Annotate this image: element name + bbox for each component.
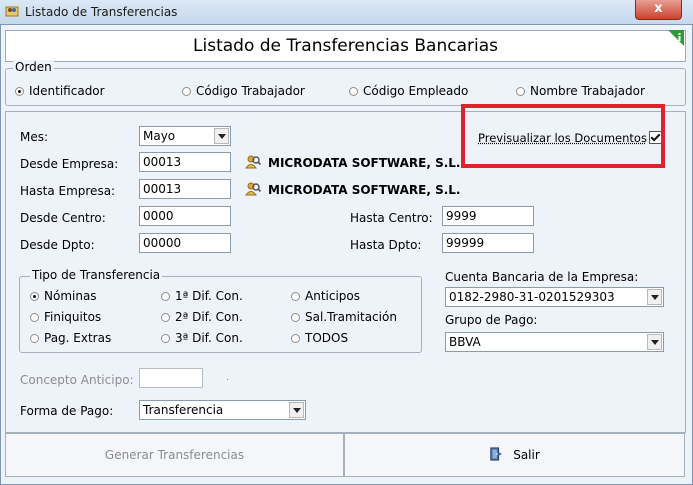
concepto-anticipo-dot: . — [226, 372, 230, 383]
hasta-dpto-label: Hasta Dpto: — [350, 238, 422, 252]
radio-indicator — [182, 86, 191, 96]
grupo-pago-value: BBVA — [449, 335, 481, 349]
radio-label: TODOS — [305, 331, 349, 345]
radio-label: Pag. Extras — [44, 331, 112, 345]
header-panel: Listado de Transferencias Bancarias — [5, 30, 686, 62]
chevron-down-icon[interactable] — [647, 334, 662, 350]
radio-label: Finiquitos — [44, 310, 102, 324]
radio-indicator — [161, 291, 170, 301]
radio-indicator — [516, 86, 525, 96]
cuenta-bancaria-label: Cuenta Bancaria de la Empresa: — [445, 270, 639, 284]
radio-label: 2ª Dif. Con. — [175, 310, 243, 324]
orden-codigo-trabajador-radio[interactable]: Código Trabajador — [182, 84, 305, 98]
radio-indicator — [291, 312, 300, 322]
radio-label: Identificador — [29, 84, 105, 98]
app-icon — [5, 6, 19, 17]
search-company-icon[interactable] — [245, 154, 261, 170]
grupo-pago-select[interactable]: BBVA — [445, 332, 664, 352]
tipo-transferencia-legend: Tipo de Transferencia — [30, 268, 163, 282]
desde-empresa-input[interactable]: 00013 — [139, 152, 231, 172]
highlight-box — [461, 104, 665, 168]
tipo-pag-extras-radio[interactable]: Pag. Extras — [30, 331, 111, 345]
desde-empresa-name: MICRODATA SOFTWARE, S.L. — [268, 156, 461, 170]
radio-label: Nombre Trabajador — [530, 84, 645, 98]
mes-label: Mes: — [20, 130, 49, 144]
salir-button[interactable]: Salir — [344, 433, 685, 477]
chevron-down-icon[interactable] — [289, 402, 304, 418]
radio-indicator — [291, 333, 300, 343]
desde-dpto-input[interactable]: 00000 — [139, 233, 231, 253]
chevron-down-icon[interactable] — [647, 289, 662, 305]
radio-label: 1ª Dif. Con. — [175, 289, 243, 303]
desde-centro-label: Desde Centro: — [20, 211, 106, 225]
page-title: Listado de Transferencias Bancarias — [193, 36, 498, 56]
mes-select[interactable]: Mayo — [139, 126, 231, 146]
orden-legend: Orden — [13, 60, 54, 74]
radio-indicator — [30, 333, 39, 343]
radio-label: Código Trabajador — [196, 84, 305, 98]
tipo-sal-tramitacion-radio[interactable]: Sal.Tramitación — [291, 310, 397, 324]
desde-dpto-label: Desde Dpto: — [20, 238, 95, 252]
radio-indicator — [30, 291, 39, 301]
tipo-todos-radio[interactable]: TODOS — [291, 331, 348, 345]
generar-transferencias-label: Generar Transferencias — [104, 448, 245, 462]
tipo-anticipos-radio[interactable]: Anticipos — [291, 289, 360, 303]
grupo-pago-label: Grupo de Pago: — [445, 313, 538, 327]
hasta-dpto-input[interactable]: 99999 — [442, 233, 534, 253]
close-button[interactable]: x — [635, 0, 682, 20]
tipo-finiquitos-radio[interactable]: Finiquitos — [30, 310, 101, 324]
search-company-icon[interactable] — [245, 181, 261, 197]
hasta-centro-input[interactable]: 9999 — [442, 206, 534, 226]
radio-label: Sal.Tramitación — [305, 310, 397, 324]
tipo-1-dif-con-radio[interactable]: 1ª Dif. Con. — [161, 289, 243, 303]
orden-nombre-trabajador-radio[interactable]: Nombre Trabajador — [516, 84, 645, 98]
cuenta-bancaria-select[interactable]: 0182-2980-31-0201529303 — [445, 287, 664, 307]
cuenta-bancaria-value: 0182-2980-31-0201529303 — [449, 290, 615, 304]
radio-label: Anticipos — [305, 289, 360, 303]
orden-codigo-empleado-radio[interactable]: Código Empleado — [349, 84, 468, 98]
desde-centro-input[interactable]: 0000 — [139, 206, 231, 226]
mes-value: Mayo — [143, 129, 176, 143]
radio-indicator — [349, 86, 358, 96]
tipo-nominas-radio[interactable]: Nóminas — [30, 289, 97, 303]
generar-transferencias-button[interactable]: Generar Transferencias — [5, 433, 344, 477]
forma-pago-label: Forma de Pago: — [20, 404, 114, 418]
tipo-2-dif-con-radio[interactable]: 2ª Dif. Con. — [161, 310, 243, 324]
forma-pago-select[interactable]: Transferencia — [139, 400, 306, 420]
concepto-anticipo-input[interactable] — [139, 368, 203, 388]
chevron-down-icon[interactable] — [214, 128, 229, 144]
radio-indicator — [30, 312, 39, 322]
radio-label: 3ª Dif. Con. — [175, 331, 243, 345]
desde-empresa-label: Desde Empresa: — [20, 157, 119, 171]
info-icon[interactable] — [668, 30, 684, 46]
hasta-empresa-label: Hasta Empresa: — [20, 184, 116, 198]
forma-pago-value: Transferencia — [143, 403, 224, 417]
radio-indicator — [15, 86, 24, 96]
orden-identificador-radio[interactable]: Identificador — [15, 84, 105, 98]
hasta-centro-label: Hasta Centro: — [350, 211, 433, 225]
radio-label: Código Empleado — [363, 84, 469, 98]
tipo-3-dif-con-radio[interactable]: 3ª Dif. Con. — [161, 331, 243, 345]
radio-indicator — [161, 312, 170, 322]
radio-label: Nóminas — [44, 289, 97, 303]
window-title: Listado de Transferencias — [25, 5, 178, 19]
salir-label: Salir — [513, 448, 540, 462]
radio-indicator — [291, 291, 300, 301]
concepto-anticipo-label: Concepto Anticipo: — [20, 373, 134, 387]
hasta-empresa-input[interactable]: 00013 — [139, 179, 231, 199]
hasta-empresa-name: MICRODATA SOFTWARE, S.L. — [268, 183, 461, 197]
exit-door-icon — [490, 447, 503, 461]
radio-indicator — [161, 333, 170, 343]
